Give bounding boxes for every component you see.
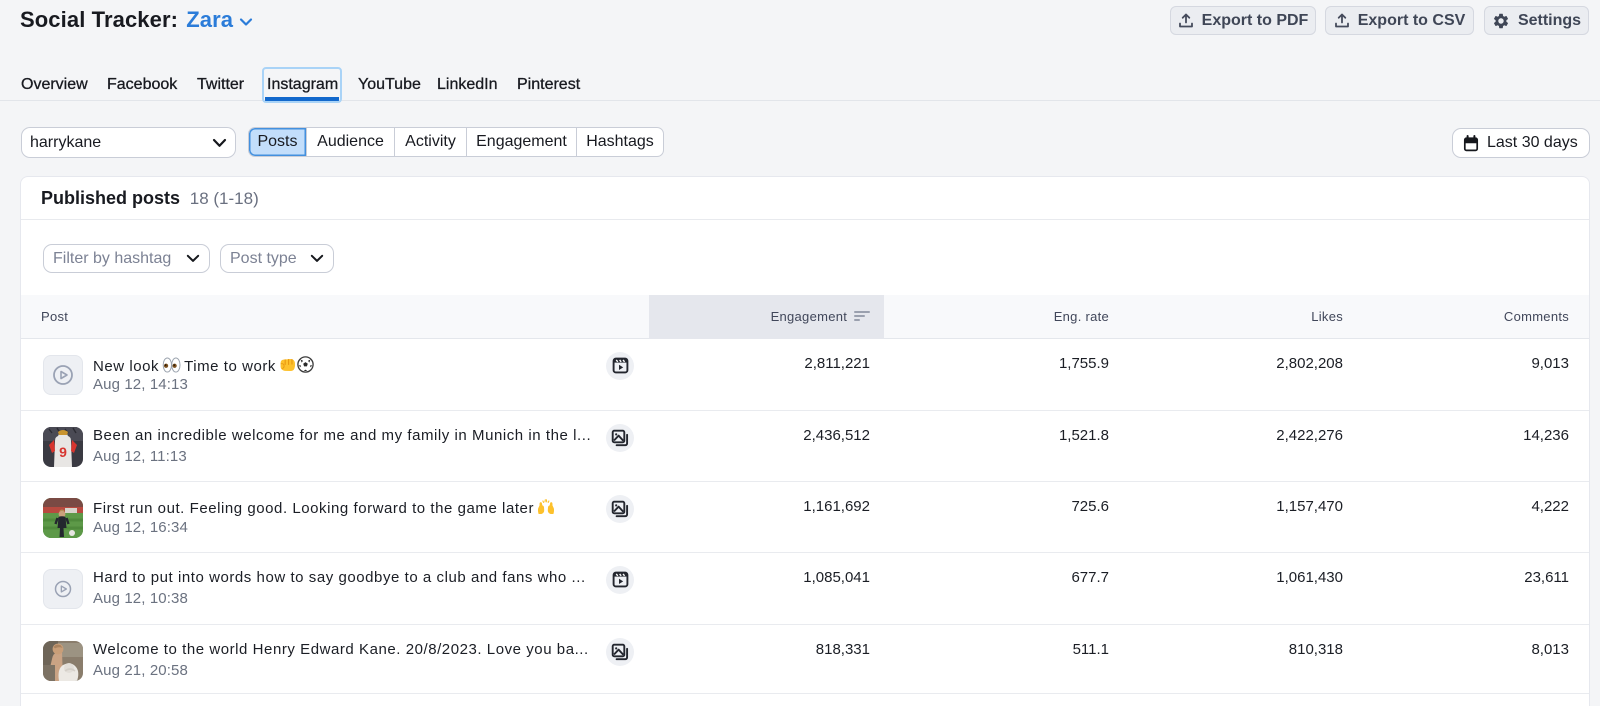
svg-text:9: 9 (59, 444, 67, 460)
